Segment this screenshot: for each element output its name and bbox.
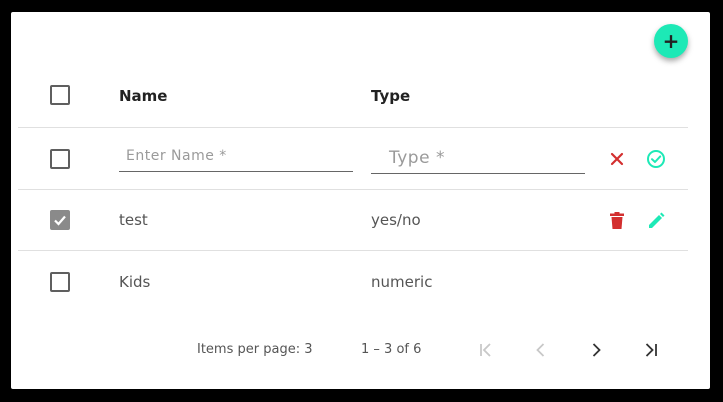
row-name: test xyxy=(119,211,148,229)
items-per-page-label: Items per page: 3 xyxy=(197,342,313,357)
row-checkbox[interactable] xyxy=(50,272,70,292)
row-checkbox[interactable] xyxy=(50,149,70,169)
trash-icon[interactable] xyxy=(606,209,628,231)
select-all-checkbox[interactable] xyxy=(50,85,70,105)
row-name: Kids xyxy=(119,273,151,291)
table-card: + Name Type Enter Name * Type * test yes… xyxy=(11,12,710,389)
chevron-right-icon[interactable] xyxy=(582,336,610,364)
column-header-name: Name xyxy=(119,87,168,105)
plus-icon: + xyxy=(662,29,680,53)
table-row: test yes/no xyxy=(18,190,688,251)
row-checkbox[interactable] xyxy=(50,210,70,230)
last-page-icon[interactable] xyxy=(637,336,665,364)
name-input[interactable]: Enter Name * xyxy=(119,144,353,172)
table-row: Kids numeric xyxy=(18,251,688,313)
type-input[interactable]: Type * xyxy=(371,146,585,174)
row-type: yes/no xyxy=(371,211,421,229)
paginator: Items per page: 3 1 – 3 of 6 xyxy=(11,332,710,368)
column-header-type: Type xyxy=(371,87,411,105)
pencil-icon[interactable] xyxy=(645,209,667,231)
table-header-row: Name Type xyxy=(18,74,688,128)
name-input-placeholder: Enter Name * xyxy=(126,148,227,164)
range-label: 1 – 3 of 6 xyxy=(361,342,422,357)
chevron-left-icon[interactable] xyxy=(527,336,555,364)
first-page-icon[interactable] xyxy=(472,336,500,364)
row-type: numeric xyxy=(371,273,433,291)
close-icon[interactable] xyxy=(606,148,628,170)
check-circle-icon[interactable] xyxy=(645,148,667,170)
new-row: Enter Name * Type * xyxy=(18,128,688,190)
type-input-placeholder: Type * xyxy=(389,148,445,168)
add-row-button[interactable]: + xyxy=(654,24,688,58)
